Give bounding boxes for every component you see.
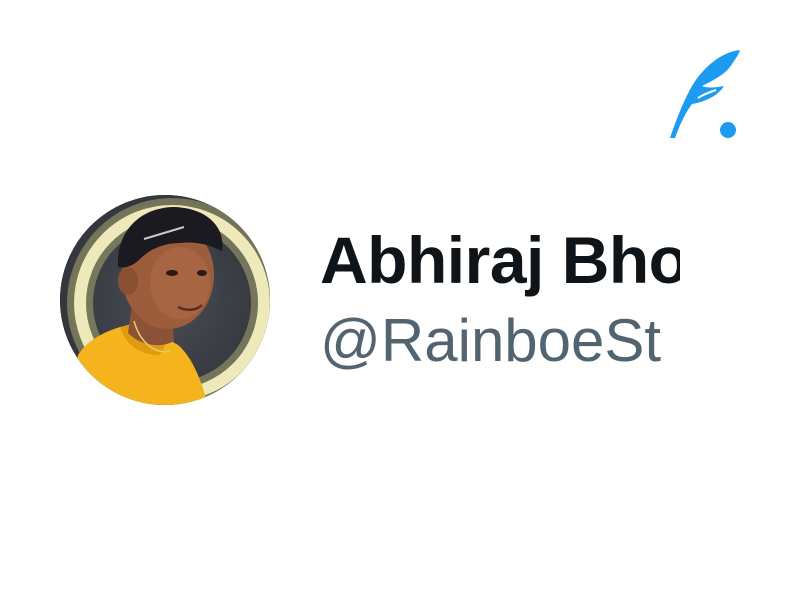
feather-quill-icon <box>670 50 740 138</box>
profile-card-screen: Abhiraj Bho @RainboeSt <box>0 0 800 600</box>
profile-name-block: Abhiraj Bho @RainboeSt <box>320 222 680 392</box>
user-handle[interactable]: @RainboeSt <box>320 306 680 376</box>
avatar-photo <box>60 195 270 405</box>
display-name[interactable]: Abhiraj Bho <box>320 222 680 298</box>
avatar[interactable] <box>60 195 270 405</box>
